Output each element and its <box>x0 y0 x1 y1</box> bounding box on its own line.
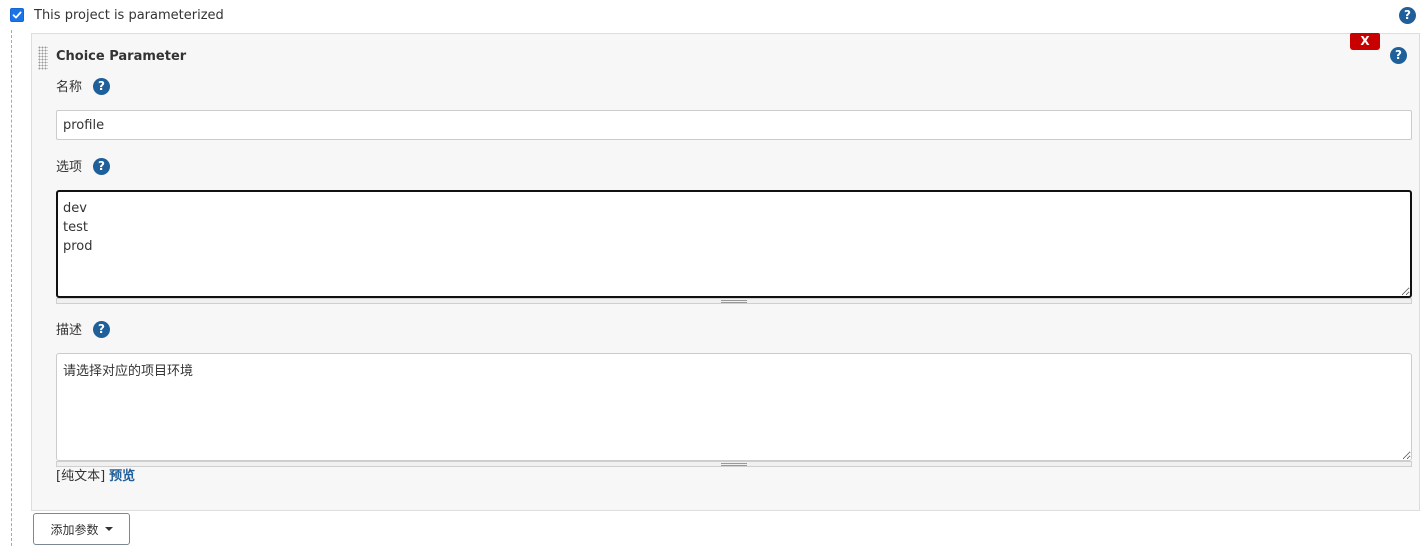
choices-resize-handle[interactable] <box>56 298 1412 304</box>
checkmark-icon <box>12 11 22 19</box>
choice-parameter-panel: Choice Parameter X ? 名称 ? 选项 ? 描述 ? [纯文本… <box>31 33 1420 511</box>
choices-help-icon[interactable]: ? <box>93 158 110 175</box>
drag-handle[interactable] <box>38 46 48 70</box>
resize-grip-icon <box>721 463 747 466</box>
description-label: 描述 <box>56 323 83 338</box>
description-help-icon[interactable]: ? <box>93 321 110 338</box>
resize-grip-icon <box>721 300 747 303</box>
description-resize-handle[interactable] <box>56 461 1412 467</box>
caret-down-icon <box>104 527 113 531</box>
parameterized-label: This project is parameterized <box>34 8 224 23</box>
nesting-guide <box>11 30 12 546</box>
preview-link[interactable]: 预览 <box>109 469 135 484</box>
panel-title: Choice Parameter <box>56 49 187 64</box>
choice-parameter-help-icon[interactable]: ? <box>1390 47 1407 64</box>
plain-text-format-label: [纯文本] <box>56 469 106 484</box>
name-help-icon[interactable]: ? <box>93 78 110 95</box>
choices-textarea[interactable] <box>56 190 1412 298</box>
delete-parameter-button[interactable]: X <box>1350 33 1380 50</box>
name-label: 名称 <box>56 80 83 95</box>
help-icon[interactable]: ? <box>1399 7 1416 24</box>
parameters-section: This project is parameterized ? Choice P… <box>0 0 1423 546</box>
parameterized-checkbox[interactable] <box>10 8 24 22</box>
add-parameter-label: 添加参数 <box>50 522 99 537</box>
name-input[interactable] <box>56 110 1412 140</box>
add-parameter-button[interactable]: 添加参数 <box>33 513 130 545</box>
description-textarea[interactable] <box>56 353 1412 461</box>
choices-label: 选项 <box>56 160 83 175</box>
description-format-row: [纯文本] 预览 <box>56 469 135 485</box>
